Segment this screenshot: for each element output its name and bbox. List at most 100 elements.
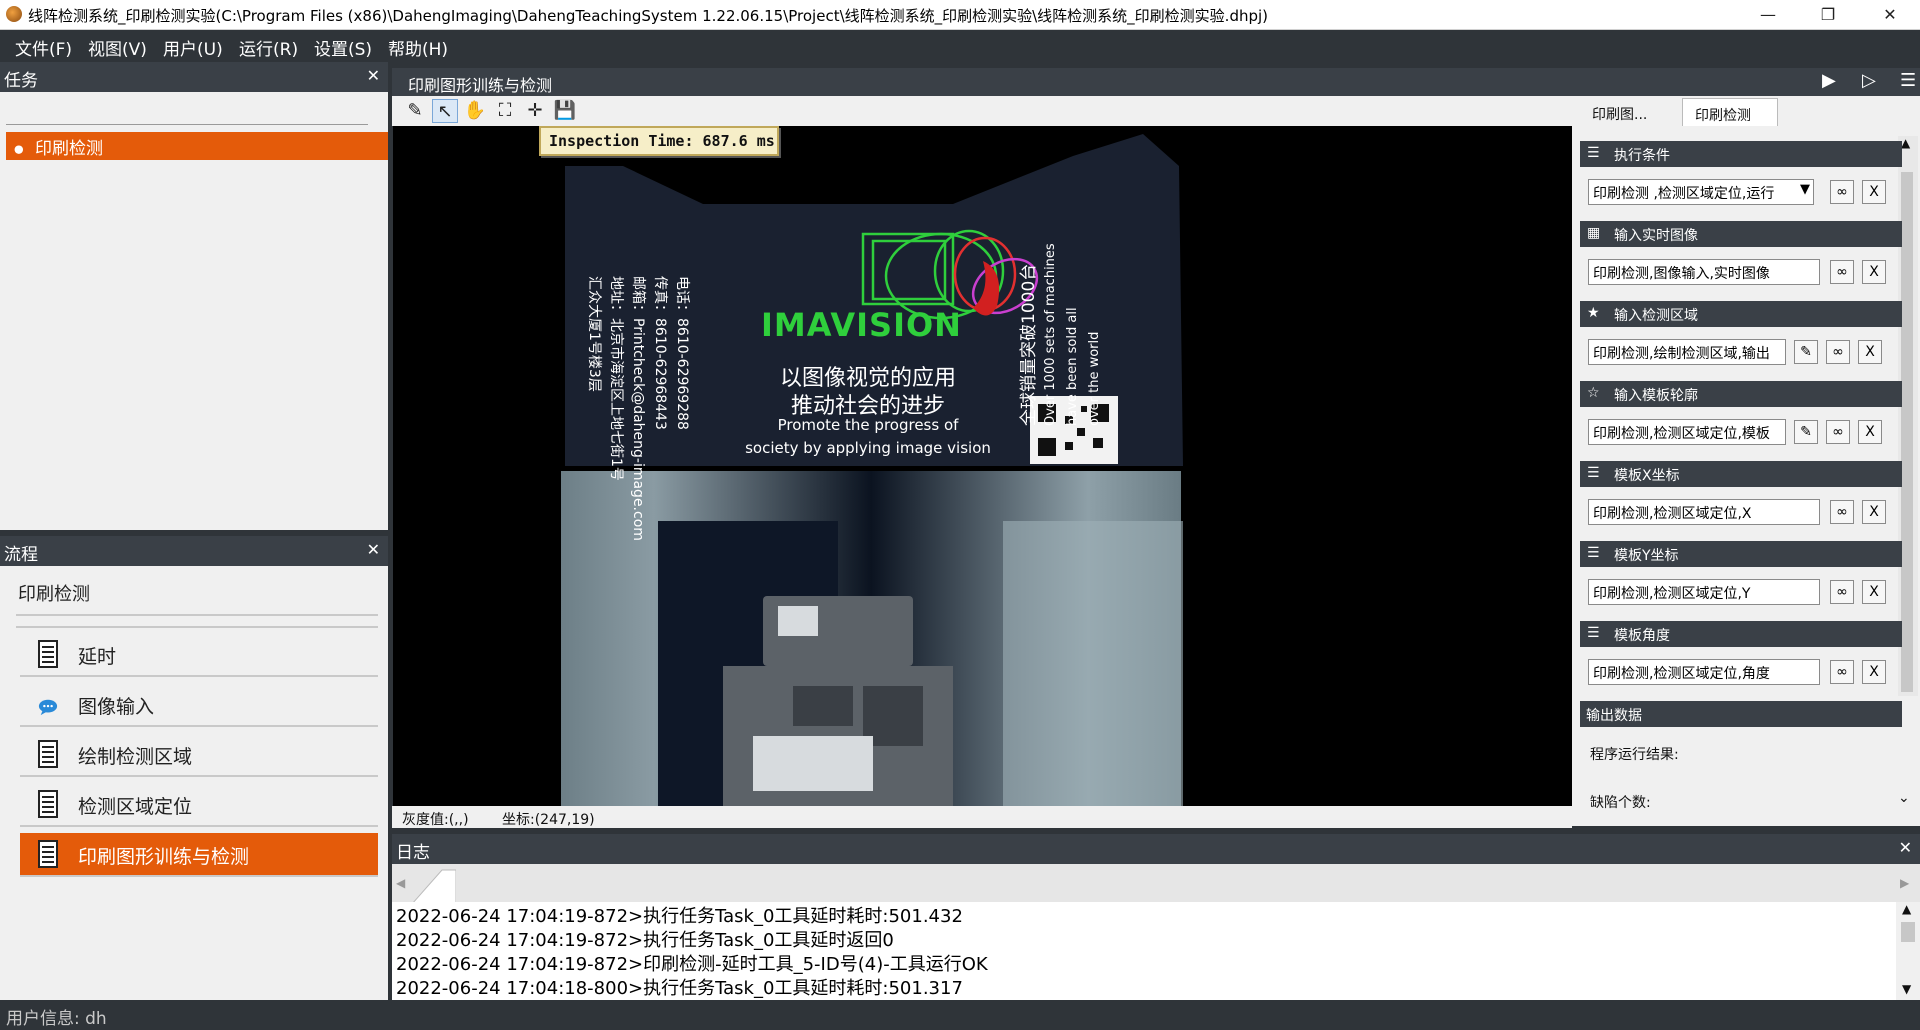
image-view[interactable]: Inspection Time: 687.6 ms IMAVISION 以图像视… <box>393 126 1572 806</box>
menu-file[interactable]: 文件(F) <box>15 35 72 60</box>
contact-line: 汇众大厦1号楼3层 <box>586 276 602 392</box>
properties-tabs: 印刷图... 印刷检测 <box>1572 96 1920 126</box>
menu-help[interactable]: 帮助(H) <box>388 35 448 60</box>
section-exec-condition: ☰ 执行条件 <box>1580 141 1902 167</box>
contact-line: 电话：8610-62969288 <box>674 276 690 430</box>
clear-button[interactable]: X <box>1862 660 1886 684</box>
flow-item-draw-region[interactable]: 绘制检测区域 <box>20 733 378 777</box>
task-panel-title: 任务 <box>4 71 38 91</box>
scroll-left-icon[interactable]: ◀ <box>396 876 405 890</box>
menu-view[interactable]: 视图(V) <box>88 35 147 60</box>
flow-item-region-locate[interactable]: 检测区域定位 <box>20 783 378 827</box>
clear-button[interactable]: X <box>1862 180 1886 204</box>
task-panel-header: 任务 ✕ <box>0 62 388 92</box>
list-doc-icon <box>38 640 58 668</box>
pencil-button[interactable]: ✎ <box>1794 420 1818 444</box>
section-title: 模板Y坐标 <box>1614 548 1679 564</box>
clear-button[interactable]: X <box>1858 340 1882 364</box>
status-bar: 用户信息: dh <box>0 1000 1920 1030</box>
run-continuous-icon[interactable]: ▷ <box>1862 70 1876 91</box>
scroll-right-icon[interactable]: ▶ <box>1900 876 1909 890</box>
exec-condition-select[interactable]: 印刷检测 ,检测区域定位,运行 ▼ <box>1588 179 1814 205</box>
input-image-field[interactable]: 印刷检测,图像输入,实时图像 <box>1588 259 1820 285</box>
minimize-button[interactable]: — <box>1740 0 1796 30</box>
scroll-up-icon[interactable]: ▲ <box>1901 136 1910 150</box>
flow-item-delay[interactable]: 延时 <box>20 633 378 677</box>
menu-settings[interactable]: 设置(S) <box>314 35 372 60</box>
flow-item-label: 绘制检测区域 <box>78 746 193 768</box>
flow-item-label: 印刷图形训练与检测 <box>78 846 250 868</box>
center-panel-header: 印刷图形训练与检测 ▶ ▷ ☰ <box>392 68 1920 96</box>
clear-button[interactable]: X <box>1858 420 1882 444</box>
link-button[interactable]: ∞ <box>1830 500 1854 524</box>
restore-button[interactable]: ❐ <box>1800 0 1856 30</box>
run-once-icon[interactable]: ▶ <box>1822 70 1836 91</box>
scroll-down-icon[interactable]: ▼ <box>1902 982 1911 996</box>
link-button[interactable]: ∞ <box>1826 420 1850 444</box>
template-contour-field[interactable]: 印刷检测,检测区域定位,模板 <box>1588 419 1786 445</box>
clear-button[interactable]: X <box>1862 260 1886 284</box>
crosshair-icon[interactable]: ✛ <box>522 99 548 123</box>
link-button[interactable]: ∞ <box>1830 660 1854 684</box>
clear-button[interactable]: X <box>1862 580 1886 604</box>
image-icon: ▦ <box>1587 225 1601 241</box>
section-input-region: ★ 输入检测区域 <box>1580 301 1902 327</box>
template-y-field[interactable]: 印刷检测,检测区域定位,Y <box>1588 579 1820 605</box>
tab-print-detect[interactable]: 印刷检测 <box>1682 98 1778 126</box>
image-toolbar: ✎ ↖ ✋ ⛶ ✛ 💾 <box>392 96 1572 126</box>
bullet-icon: ● <box>14 142 24 156</box>
flow-panel-title: 流程 <box>4 545 38 565</box>
save-icon[interactable]: 💾 <box>552 99 578 123</box>
link-button[interactable]: ∞ <box>1830 580 1854 604</box>
center-panel-title: 印刷图形训练与检测 <box>408 76 553 95</box>
task-panel-close-button[interactable]: ✕ <box>367 66 380 85</box>
flow-item-print-train-detect[interactable]: 印刷图形训练与检测 <box>20 833 378 877</box>
slogan-en-1: Promote the progress of <box>777 416 959 434</box>
section-title: 输入实时图像 <box>1614 228 1698 244</box>
gray-value: 灰度值:(,,) <box>402 812 469 828</box>
close-window-button[interactable]: ✕ <box>1862 0 1918 30</box>
link-button[interactable]: ∞ <box>1830 180 1854 204</box>
pointer-icon[interactable]: ↖ <box>432 99 458 123</box>
chevron-down-icon[interactable]: ⌄ <box>1898 790 1910 806</box>
log-scrollbar[interactable]: ▲ ▼ <box>1896 902 1920 1000</box>
section-template-x: ☰ 模板X坐标 <box>1580 461 1902 487</box>
menu-user[interactable]: 用户(U) <box>163 35 223 60</box>
fit-icon[interactable]: ⛶ <box>492 99 518 123</box>
flow-panel-close-button[interactable]: ✕ <box>367 540 380 559</box>
flow-item-label: 延时 <box>78 646 117 668</box>
properties-scrollbar[interactable]: ▲ <box>1898 136 1918 696</box>
section-template-y: ☰ 模板Y坐标 <box>1580 541 1902 567</box>
list-icon: ☰ <box>1587 145 1600 161</box>
log-panel-header: 日志 ✕ <box>392 834 1920 864</box>
inspection-time-label: Inspection Time: 687.6 ms <box>539 126 779 156</box>
log-line: 2022-06-24 17:04:19-872>印刷检测-延时工具_5-ID号(… <box>396 954 988 975</box>
hand-icon[interactable]: ✋ <box>462 99 488 123</box>
link-button[interactable]: ∞ <box>1826 340 1850 364</box>
flow-panel-header: 流程 ✕ <box>0 536 388 566</box>
select-value: 印刷检测 ,检测区域定位,运行 <box>1593 186 1775 202</box>
sales-cn: 全球销量突破1000台 <box>1019 263 1039 426</box>
contact-line: 地址：北京市海淀区上地七街1号 <box>608 276 624 481</box>
scroll-thumb[interactable] <box>1901 922 1915 942</box>
template-x-field[interactable]: 印刷检测,检测区域定位,X <box>1588 499 1820 525</box>
link-button[interactable]: ∞ <box>1830 260 1854 284</box>
flow-item-label: 图像输入 <box>78 696 155 718</box>
section-template-angle: ☰ 模板角度 <box>1580 621 1902 647</box>
clear-button[interactable]: X <box>1862 500 1886 524</box>
log-tab-strip: ◀ ▶ <box>392 864 1920 904</box>
pencil-button[interactable]: ✎ <box>1794 340 1818 364</box>
scroll-up-icon[interactable]: ▲ <box>1902 902 1911 916</box>
task-item-print-inspection[interactable]: ● 印刷检测 <box>6 132 388 160</box>
tab-print-graphic[interactable]: 印刷图... <box>1580 98 1672 126</box>
log-panel-close-button[interactable]: ✕ <box>1899 838 1912 857</box>
flow-item-image-input[interactable]: 图像输入 <box>20 683 378 727</box>
input-region-field[interactable]: 印刷检测,绘制检测区域,输出 <box>1588 339 1786 365</box>
scroll-thumb[interactable] <box>1901 172 1913 692</box>
menu-run[interactable]: 运行(R) <box>239 35 298 60</box>
template-angle-field[interactable]: 印刷检测,检测区域定位,角度 <box>1588 659 1820 685</box>
log-tab[interactable] <box>412 868 456 904</box>
user-info: 用户信息: dh <box>6 1009 107 1029</box>
edit-icon[interactable]: ✎ <box>402 99 428 123</box>
menu-icon[interactable]: ☰ <box>1900 70 1916 91</box>
